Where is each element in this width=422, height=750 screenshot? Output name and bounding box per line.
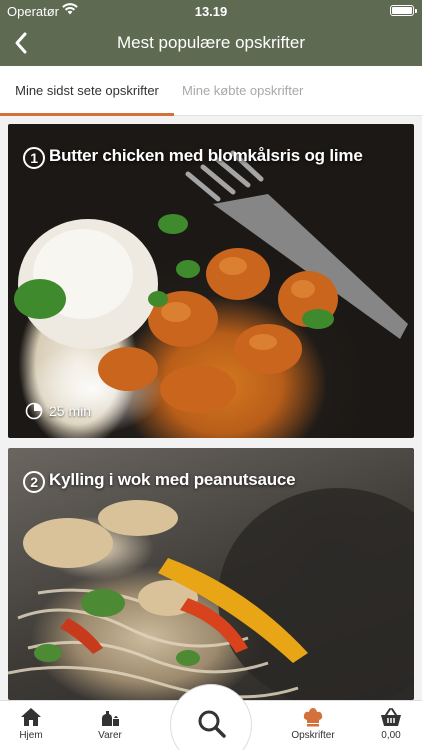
chef-hat-icon <box>303 708 323 727</box>
tabbar-item-groceries[interactable]: Varer <box>80 707 140 741</box>
cook-time: 25 min <box>25 402 91 420</box>
groceries-icon <box>102 711 119 726</box>
recipe-number-badge: 1 <box>23 147 45 169</box>
recipe-number-badge: 2 <box>23 471 45 493</box>
home-icon <box>21 708 41 726</box>
basket-icon <box>381 708 401 726</box>
status-bar: Operatør 13.19 <box>0 0 422 22</box>
tabbar-label: Varer <box>98 730 122 741</box>
tabbar-item-basket[interactable]: 0,00 <box>361 707 421 741</box>
basket-total: 0,00 <box>381 730 401 741</box>
recipe-photo <box>14 150 408 413</box>
tab-recently-viewed[interactable]: Mine sidst sete opskrifter <box>0 66 174 116</box>
search-icon <box>198 710 226 738</box>
recipe-title: 1 Butter chicken med blomkålsris og lime <box>23 146 404 169</box>
cook-time-text: 25 min <box>49 403 92 419</box>
recipe-card[interactable]: 2 Kylling i wok med peanutsauce <box>8 448 414 700</box>
tabbar-item-recipes[interactable]: Opskrifter <box>283 707 343 741</box>
tab-purchased[interactable]: Mine købte opskrifter <box>182 66 303 116</box>
tab-bar-top: Mine sidst sete opskrifter Mine købte op… <box>0 66 422 116</box>
battery-icon <box>390 5 417 16</box>
tabbar-label: Hjem <box>19 730 43 741</box>
back-chevron-icon[interactable] <box>8 28 36 58</box>
recipe-title-text: Butter chicken med blomkålsris og lime <box>49 146 363 165</box>
recipe-card[interactable]: 1 Butter chicken med blomkålsris og lime … <box>8 124 414 438</box>
header: Operatør 13.19 Mest populære opskrifter <box>0 0 422 66</box>
clock: 13.19 <box>194 4 228 19</box>
clock-icon <box>25 402 43 420</box>
tabbar-item-home[interactable]: Hjem <box>1 707 61 741</box>
recipe-title-text: Kylling i wok med peanutsauce <box>49 470 296 489</box>
page-title: Mest populære opskrifter <box>116 33 306 52</box>
recipe-title: 2 Kylling i wok med peanutsauce <box>23 470 404 493</box>
tabbar-label: Opskrifter <box>291 730 335 741</box>
